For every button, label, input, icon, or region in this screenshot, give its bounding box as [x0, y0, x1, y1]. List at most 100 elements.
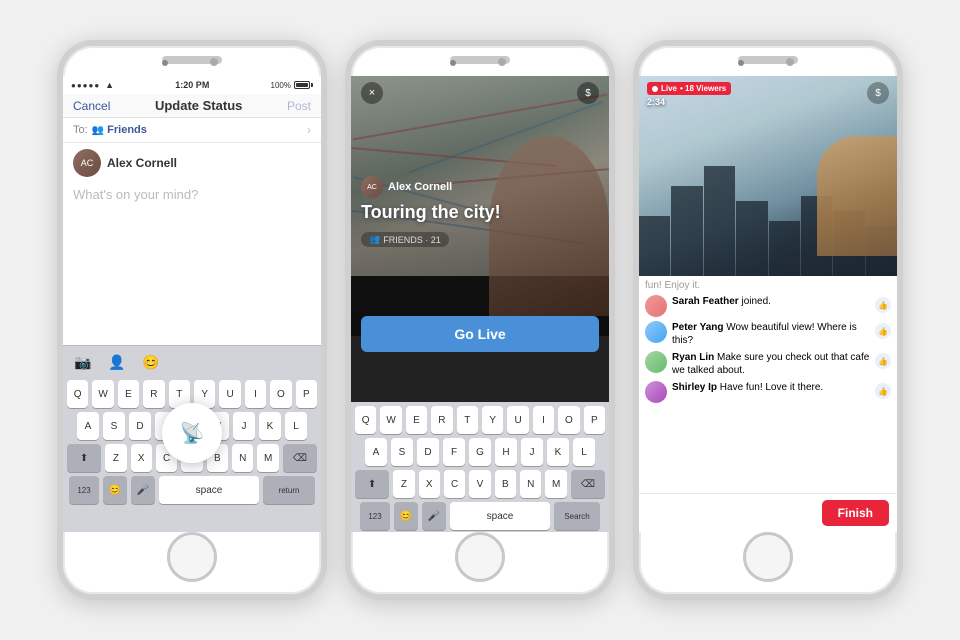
commenter-name: Shirley Ip [672, 382, 717, 393]
live-broadcast-button[interactable]: 📡 [162, 403, 222, 463]
phone2-user-info: AC Alex Cornell Touring the city! 👥 FRIE… [361, 176, 501, 247]
keyboard-row-1: Q W E R T Y U I O P [351, 404, 609, 436]
key-backspace[interactable]: ⌫ [571, 470, 605, 498]
status-input[interactable]: What's on your mind? [63, 183, 321, 345]
share-button-3[interactable]: $ [867, 82, 889, 104]
comment-text: Shirley Ip Have fun! Love it there. [672, 381, 870, 394]
key-j[interactable]: J [521, 438, 543, 466]
key-123[interactable]: 123 [360, 502, 390, 530]
post-button[interactable]: Post [287, 99, 311, 113]
live-dot [652, 86, 658, 92]
phone-1: ●●●●● ▲ 1:20 PM 100% Cancel Update Statu… [57, 40, 327, 600]
key-r[interactable]: R [143, 380, 164, 408]
live-video: Live • 18 Viewers 2:34 $ [639, 76, 897, 276]
key-r[interactable]: R [431, 406, 452, 434]
live-btn-spacer [173, 356, 313, 368]
key-j[interactable]: J [233, 412, 255, 440]
key-o[interactable]: O [558, 406, 579, 434]
like-button[interactable]: 👍 [875, 353, 891, 369]
key-i[interactable]: I [533, 406, 554, 434]
finish-bar: Finish [639, 493, 897, 532]
key-q[interactable]: Q [355, 406, 376, 434]
statusbar-left: ●●●●● ▲ [71, 80, 114, 90]
key-d[interactable]: D [417, 438, 439, 466]
key-l[interactable]: L [573, 438, 595, 466]
tag-icon[interactable]: 👤 [105, 350, 129, 374]
key-return[interactable]: return [263, 476, 315, 504]
key-a[interactable]: A [365, 438, 387, 466]
key-emoji[interactable]: 😊 [394, 502, 418, 530]
key-z[interactable]: Z [105, 444, 126, 472]
key-123[interactable]: 123 [69, 476, 99, 504]
key-space[interactable]: space [159, 476, 259, 504]
key-backspace[interactable]: ⌫ [283, 444, 317, 472]
key-x[interactable]: X [131, 444, 152, 472]
key-l[interactable]: L [285, 412, 307, 440]
emoji-icon[interactable]: 😊 [139, 350, 163, 374]
key-t[interactable]: T [457, 406, 478, 434]
key-o[interactable]: O [270, 380, 291, 408]
key-e[interactable]: E [406, 406, 427, 434]
key-k[interactable]: K [259, 412, 281, 440]
like-button[interactable]: 👍 [875, 297, 891, 313]
building [671, 186, 702, 276]
key-b[interactable]: B [495, 470, 516, 498]
key-u[interactable]: U [507, 406, 528, 434]
key-f[interactable]: F [443, 438, 465, 466]
go-live-button[interactable]: Go Live [361, 316, 599, 352]
key-space[interactable]: space [450, 502, 550, 530]
search-button[interactable]: Search [554, 502, 600, 530]
finish-button[interactable]: Finish [822, 500, 889, 526]
audience-row[interactable]: To: 👥 Friends › [63, 118, 321, 143]
statusbar-1: ●●●●● ▲ 1:20 PM 100% [63, 76, 321, 94]
key-k[interactable]: K [547, 438, 569, 466]
key-n[interactable]: N [520, 470, 541, 498]
close-button[interactable]: × [361, 82, 383, 104]
avatar: AC [361, 176, 383, 198]
key-shift[interactable]: ⬆ [67, 444, 101, 472]
keyboard-row-4: 123 😊 🎤 space Search [351, 500, 609, 532]
key-x[interactable]: X [419, 470, 440, 498]
key-y[interactable]: Y [482, 406, 503, 434]
key-p[interactable]: P [584, 406, 605, 434]
key-e[interactable]: E [118, 380, 139, 408]
camera-icon[interactable]: 📷 [71, 350, 95, 374]
key-shift[interactable]: ⬆ [355, 470, 389, 498]
share-button[interactable]: $ [577, 82, 599, 104]
key-c[interactable]: C [444, 470, 465, 498]
phone-dot-3 [738, 60, 744, 66]
phone-camera-2 [498, 58, 506, 66]
key-a[interactable]: A [77, 412, 99, 440]
key-n[interactable]: N [232, 444, 253, 472]
key-z[interactable]: Z [393, 470, 414, 498]
key-i[interactable]: I [245, 380, 266, 408]
battery-icon [294, 81, 313, 89]
key-mic[interactable]: 🎤 [422, 502, 446, 530]
key-mic[interactable]: 🎤 [131, 476, 155, 504]
key-w[interactable]: W [380, 406, 401, 434]
key-s[interactable]: S [391, 438, 413, 466]
key-m[interactable]: M [257, 444, 278, 472]
page-title: Update Status [155, 98, 242, 113]
key-v[interactable]: V [469, 470, 490, 498]
phone2-screen: × $ AC Alex Cornell Touring the city! 👥 … [351, 76, 609, 532]
key-u[interactable]: U [219, 380, 240, 408]
key-s[interactable]: S [103, 412, 125, 440]
audience-icon: 👥 [369, 234, 380, 245]
comment-row: Shirley Ip Have fun! Love it there. 👍 [645, 381, 891, 403]
key-g[interactable]: G [469, 438, 491, 466]
like-button[interactable]: 👍 [875, 383, 891, 399]
cancel-button[interactable]: Cancel [73, 99, 110, 113]
wifi-icon: ▲ [105, 80, 114, 90]
key-w[interactable]: W [92, 380, 113, 408]
phone-dot-1 [162, 60, 168, 66]
key-q[interactable]: Q [67, 380, 88, 408]
key-emoji[interactable]: 😊 [103, 476, 127, 504]
commenter-name: Peter Yang [672, 322, 724, 333]
key-d[interactable]: D [129, 412, 151, 440]
key-h[interactable]: H [495, 438, 517, 466]
like-button[interactable]: 👍 [875, 323, 891, 339]
key-m[interactable]: M [545, 470, 566, 498]
key-p[interactable]: P [296, 380, 317, 408]
friends-selector[interactable]: 👥 Friends [92, 124, 147, 136]
